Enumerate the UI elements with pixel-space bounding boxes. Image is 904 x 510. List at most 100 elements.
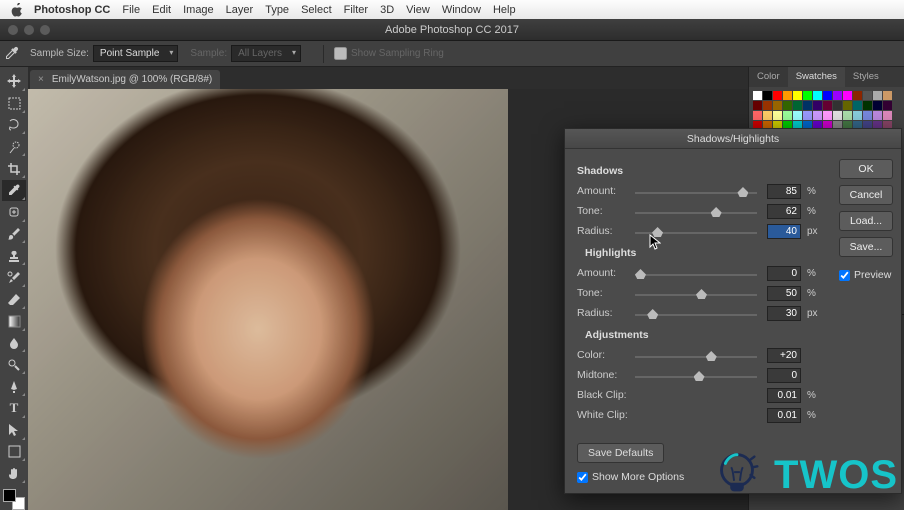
move-tool[interactable] [2,71,26,92]
eyedropper-tool[interactable] [2,180,26,201]
hand-tool[interactable] [2,463,26,484]
save-button[interactable]: Save... [839,237,893,257]
foreground-background-colors[interactable] [3,489,25,510]
swatch[interactable] [783,91,792,100]
swatch[interactable] [863,111,872,120]
highlights-amount-slider[interactable] [635,266,757,280]
swatch[interactable] [843,111,852,120]
swatch[interactable] [793,101,802,110]
marquee-tool[interactable] [2,93,26,114]
white-clip-value[interactable]: 0.01 [767,408,801,423]
menu-view[interactable]: View [406,4,430,16]
shadows-radius-value[interactable]: 40 [767,224,801,239]
zoom-window-icon[interactable] [40,25,50,35]
brush-tool[interactable] [2,224,26,245]
menu-image[interactable]: Image [183,4,214,16]
document-tab[interactable]: × EmilyWatson.jpg @ 100% (RGB/8#) [30,70,220,89]
path-select-tool[interactable] [2,420,26,441]
history-brush-tool[interactable] [2,267,26,288]
swatch[interactable] [853,101,862,110]
swatch[interactable] [803,91,812,100]
ok-button[interactable]: OK [839,159,893,179]
shadows-amount-value[interactable]: 85 [767,184,801,199]
swatch[interactable] [853,111,862,120]
type-tool[interactable]: T [2,398,26,419]
swatch[interactable] [863,91,872,100]
swatch[interactable] [863,101,872,110]
swatch[interactable] [873,101,882,110]
swatch[interactable] [853,91,862,100]
swatch[interactable] [753,91,762,100]
crop-tool[interactable] [2,158,26,179]
preview-checkbox[interactable] [839,270,850,281]
swatch[interactable] [843,101,852,110]
swatch[interactable] [843,91,852,100]
swatch[interactable] [873,111,882,120]
minimize-window-icon[interactable] [24,25,34,35]
sample-size-dropdown[interactable]: Point Sample [93,45,178,62]
heal-tool[interactable] [2,202,26,223]
menu-window[interactable]: Window [442,4,481,16]
swatch[interactable] [783,111,792,120]
shape-tool[interactable] [2,442,26,463]
midtone-value[interactable]: 0 [767,368,801,383]
panel-tab-color[interactable]: Color [749,67,788,87]
swatch[interactable] [753,101,762,110]
highlights-radius-slider[interactable] [635,306,757,320]
stamp-tool[interactable] [2,245,26,266]
eraser-tool[interactable] [2,289,26,310]
swatch[interactable] [773,91,782,100]
save-defaults-button[interactable]: Save Defaults [577,443,664,463]
menu-file[interactable]: File [122,4,140,16]
menu-filter[interactable]: Filter [344,4,368,16]
swatch[interactable] [833,91,842,100]
swatch[interactable] [803,111,812,120]
midtone-slider[interactable] [635,368,757,382]
highlights-tone-slider[interactable] [635,286,757,300]
shadows-amount-slider[interactable] [635,184,757,198]
swatch[interactable] [813,101,822,110]
swatch[interactable] [883,111,892,120]
gradient-tool[interactable] [2,311,26,332]
swatch[interactable] [793,91,802,100]
swatch[interactable] [793,111,802,120]
menu-type[interactable]: Type [265,4,289,16]
swatch[interactable] [883,91,892,100]
swatch[interactable] [873,91,882,100]
black-clip-value[interactable]: 0.01 [767,388,801,403]
swatch[interactable] [883,101,892,110]
highlights-tone-value[interactable]: 50 [767,286,801,301]
show-more-options-checkbox[interactable] [577,472,588,483]
menu-layer[interactable]: Layer [226,4,254,16]
close-window-icon[interactable] [8,25,18,35]
blur-tool[interactable] [2,333,26,354]
menu-edit[interactable]: Edit [152,4,171,16]
pen-tool[interactable] [2,376,26,397]
panel-tab-styles[interactable]: Styles [845,67,887,87]
close-tab-icon[interactable]: × [38,74,44,85]
highlights-radius-value[interactable]: 30 [767,306,801,321]
swatch[interactable] [833,101,842,110]
swatch[interactable] [783,101,792,110]
swatch[interactable] [763,111,772,120]
swatch[interactable] [803,101,812,110]
shadows-tone-value[interactable]: 62 [767,204,801,219]
lasso-tool[interactable] [2,115,26,136]
swatch[interactable] [763,101,772,110]
swatch[interactable] [823,101,832,110]
shadows-tone-slider[interactable] [635,204,757,218]
swatch[interactable] [823,91,832,100]
swatch[interactable] [753,111,762,120]
swatch[interactable] [823,111,832,120]
swatch[interactable] [773,101,782,110]
menu-help[interactable]: Help [493,4,516,16]
panel-tab-swatches[interactable]: Swatches [788,67,845,87]
dodge-tool[interactable] [2,354,26,375]
highlights-amount-value[interactable]: 0 [767,266,801,281]
swatch[interactable] [813,111,822,120]
load-button[interactable]: Load... [839,211,893,231]
cancel-button[interactable]: Cancel [839,185,893,205]
color-value[interactable]: +20 [767,348,801,363]
quick-select-tool[interactable] [2,136,26,157]
menu-select[interactable]: Select [301,4,332,16]
